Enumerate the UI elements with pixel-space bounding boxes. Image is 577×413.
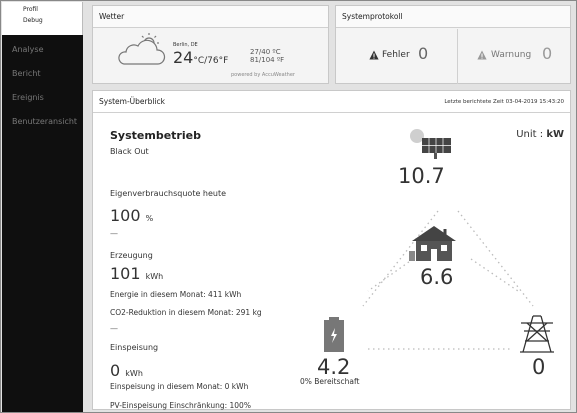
warning-count: 0 [542,44,553,63]
grid-value: 0 [532,355,546,379]
sidebar-item-ereignis[interactable]: Ereignis [2,88,83,108]
sidebar-top: Profil Debug [2,2,83,35]
house-icon [409,226,456,261]
flow-line-home-grid [470,258,519,292]
partly-cloudy-icon [118,33,166,65]
weather-temperature: 24°C/76°F [173,48,228,67]
weather-range: 27/40 ºC 81/104 ºF [250,48,284,64]
error-label: Fehler [382,50,410,60]
system-log-panel: Systemprotokoll Fehler 0 Warnung 0 [335,5,571,84]
app-frame: Profil Debug Analyse Bericht Ereignis Be… [0,0,577,413]
sidebar-item-analyse[interactable]: Analyse [2,40,83,60]
home-value: 6.6 [420,265,454,289]
error-count: 0 [418,44,429,63]
warning-triangle-icon [477,50,487,60]
battery-icon [324,317,344,352]
weather-range-c: 27/40 ºC [250,48,281,56]
solar-panel-icon [410,129,451,159]
sidebar-item-debug[interactable]: Debug [23,17,43,24]
flow-line-solar-grid [457,210,534,307]
sidebar-item-profile[interactable]: Profil [23,6,38,13]
weather-temp-main: 24 [173,48,194,67]
warning-triangle-icon [369,50,379,60]
weather-temp-units: °C/76°F [193,56,229,66]
warning-label: Warnung [491,50,532,60]
sidebar-item-bericht[interactable]: Bericht [2,64,83,84]
battery-value: 4.2 [317,355,351,379]
weather-panel: Wetter Berlin, DE 24°C/76°F 27/40 ºC 81/… [92,5,329,84]
power-tower-icon [520,315,554,353]
sidebar: Profil Debug Analyse Bericht Ereignis Be… [2,2,83,412]
solar-value: 10.7 [398,164,445,188]
warning-counter[interactable]: Warnung 0 [458,29,570,84]
battery-standby: 0% Bereitschaft [300,377,360,386]
weather-range-f: 81/104 ºF [250,56,285,64]
system-log-title: Systemprotokoll [336,6,570,28]
weather-title: Wetter [93,6,328,28]
sidebar-item-benutzeransicht[interactable]: Benutzeransicht [2,112,83,132]
flow-line-home-battery [367,258,414,292]
weather-powered-by[interactable]: powered by AccuWeather [231,72,295,78]
system-overview-panel: System-Überblick Letzte berichtete Zeit … [92,90,571,410]
error-counter[interactable]: Fehler 0 [336,29,458,84]
